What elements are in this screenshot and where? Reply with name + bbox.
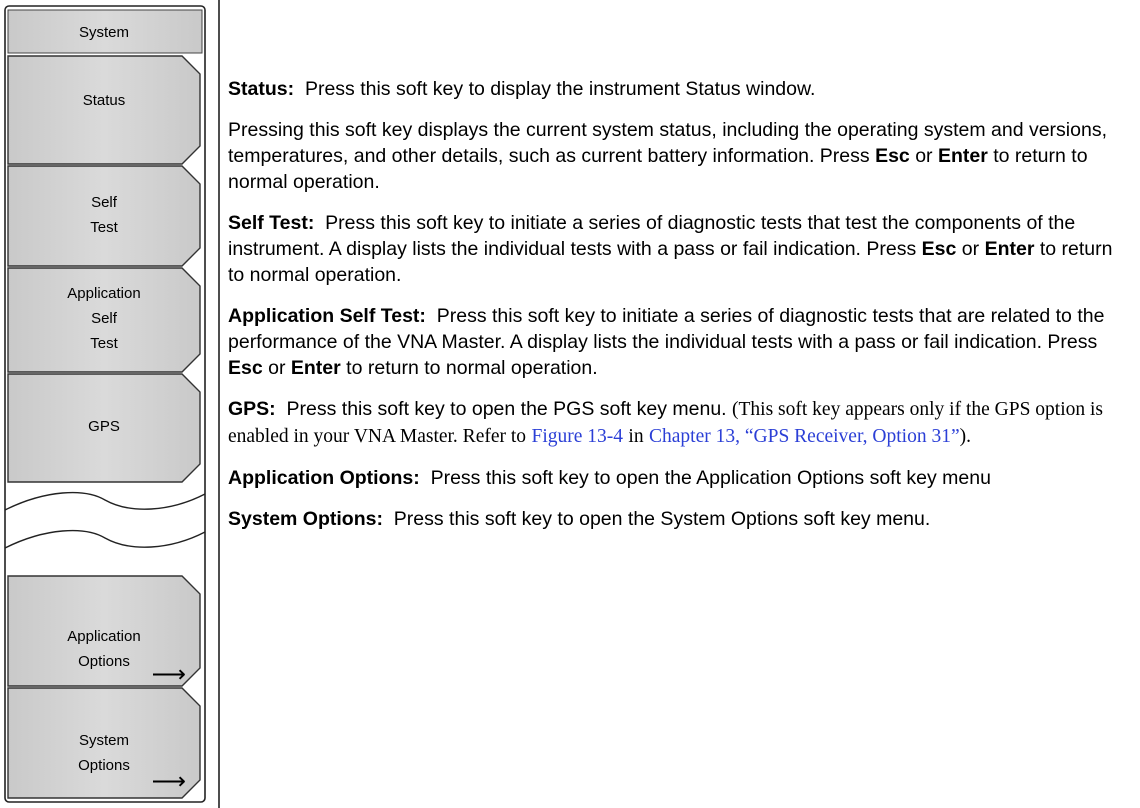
term-application-options: Application Options: [228,467,420,489]
application-options-description: Application Options: Press this soft key… [228,467,991,489]
softkey-self-test[interactable]: Self Test [8,190,200,240]
term-self-test: Self Test: [228,212,315,234]
enter-key-name: Enter [984,238,1035,260]
term-application-self-test: Application Self Test: [228,305,426,327]
figure-link[interactable]: Figure 13-4 [531,426,623,447]
submenu-arrow-icon: ⟶ [151,661,186,688]
esc-key-name: Esc [228,357,263,379]
status-description: Status: Press this soft key to display t… [228,78,816,100]
term-gps: GPS: [228,398,276,420]
enter-key-name: Enter [290,357,341,379]
application-self-test-description: Application Self Test: Press this soft k… [228,305,1105,379]
gps-description: GPS: Press this soft key to open the PGS… [228,398,1104,447]
esc-key-name: Esc [875,145,910,167]
term-status: Status: [228,78,295,100]
softkey-descriptions: Status: Press this soft key to display t… [228,76,1128,547]
softkey-application-self-test[interactable]: Application Self Test [8,281,200,356]
submenu-arrow-icon: ⟶ [151,768,186,795]
softkey-gps[interactable]: GPS [8,414,200,439]
menu-title: System [78,24,129,41]
chapter-link[interactable]: Chapter 13, “GPS Receiver, Option 31” [649,426,960,447]
softkey-status[interactable]: Status [8,88,200,113]
term-system-options: System Options: [228,508,383,530]
enter-key-name: Enter [937,145,988,167]
self-test-description: Self Test: Press this soft key to initia… [228,212,1113,286]
esc-key-name: Esc [921,238,957,260]
system-options-description: System Options: Press this soft key to o… [228,508,931,530]
status-detail-description: Pressing this soft key displays the curr… [228,119,1107,193]
soft-key-menu [4,0,220,808]
menu-break [4,484,206,584]
